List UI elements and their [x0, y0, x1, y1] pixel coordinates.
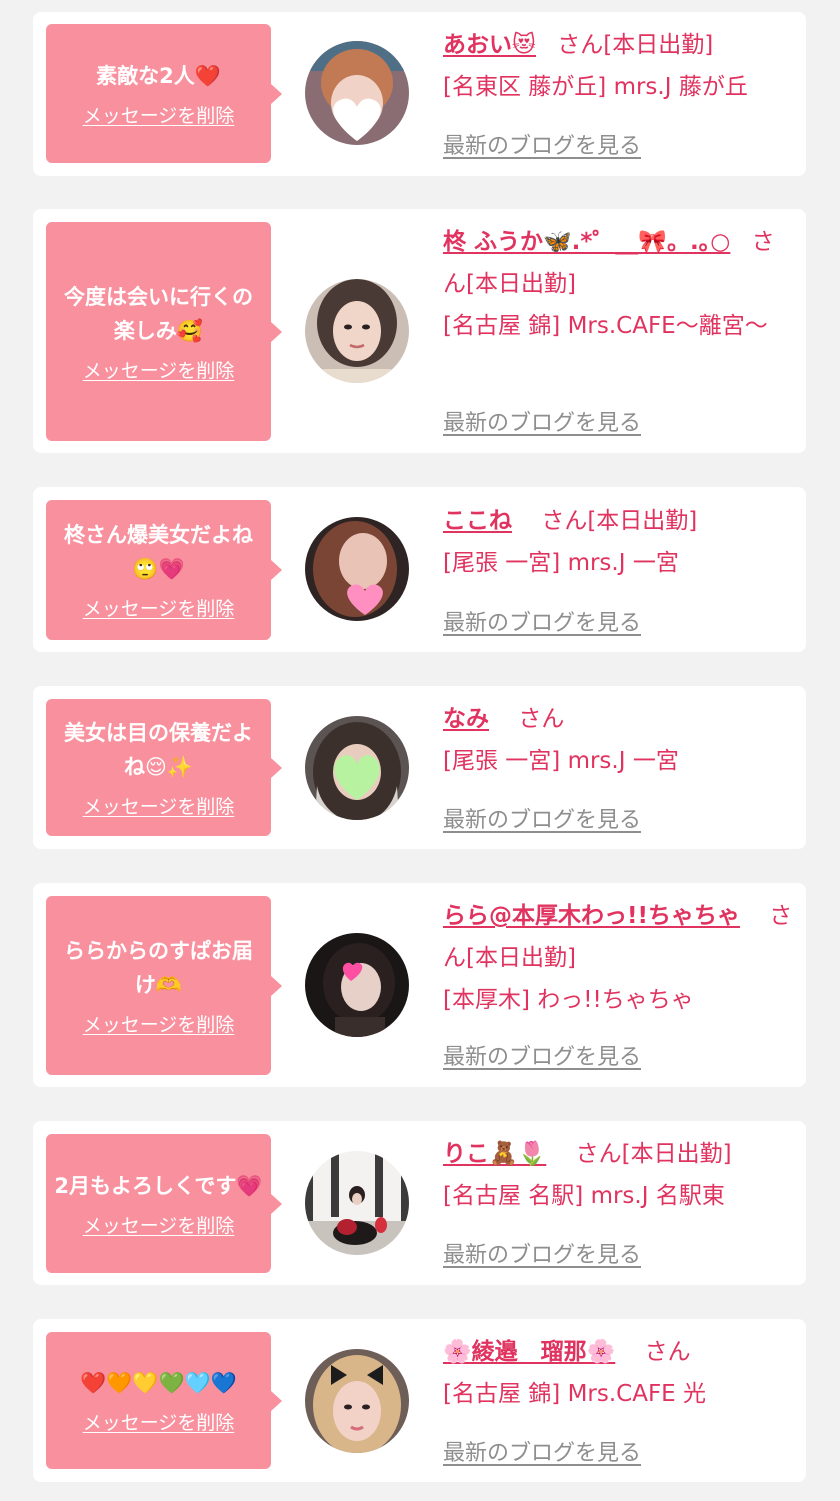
message-bubble: 素敵な2人❤️ メッセージを削除: [46, 24, 282, 163]
message-card: 今度は会いに行くの楽しみ🥰 メッセージを削除 柊 ふうか🦋.*゜__🎀。.｡○ …: [33, 209, 806, 453]
pink-heart-avatar-image: [305, 517, 409, 621]
message-card: 素敵な2人❤️ メッセージを削除 あおい😻 さん[本日出勤] [名東区 藤が丘]…: [33, 12, 806, 176]
message-list: 素敵な2人❤️ メッセージを削除 あおい😻 さん[本日出勤] [名東区 藤が丘]…: [0, 0, 840, 1501]
cast-name-link[interactable]: 🌸綾邉 瑠那🌸: [443, 1339, 615, 1365]
shop-label: [名古屋 錦] Mrs.CAFE 光: [443, 1381, 707, 1407]
message-text: 美女は目の保養だよね😌✨: [64, 720, 253, 779]
message-text: 今度は会いに行くの楽しみ🥰: [64, 284, 253, 343]
latest-blog-link[interactable]: 最新のブログを見る: [443, 802, 641, 834]
cast-name-link[interactable]: ここね: [443, 508, 512, 534]
delete-message-link[interactable]: メッセージを削除: [83, 1012, 235, 1038]
shop-label: [尾張 一宮] mrs.J 一宮: [443, 550, 679, 576]
shop-label: [名東区 藤が丘] mrs.J 藤が丘: [443, 74, 748, 100]
message-bubble: ららからのすぱお届け🫶 メッセージを削除: [46, 896, 282, 1075]
cast-avatar[interactable]: [305, 279, 409, 383]
cast-info: なみ さん [尾張 一宮] mrs.J 一宮: [443, 698, 795, 782]
green-heart-avatar-image: [305, 716, 409, 820]
message-card: 柊さん爆美女だよね🙄💗 メッセージを削除 ここね さん[本日出勤] [尾張 一宮…: [33, 487, 806, 652]
message-bubble: 美女は目の保養だよね😌✨ メッセージを削除: [46, 699, 282, 836]
cast-info: あおい😻 さん[本日出勤] [名東区 藤が丘] mrs.J 藤が丘: [443, 24, 795, 108]
latest-blog-link[interactable]: 最新のブログを見る: [443, 605, 641, 637]
cast-avatar[interactable]: [305, 716, 409, 820]
honorific: さん: [541, 508, 588, 534]
status-label: [本日出勤]: [603, 32, 714, 58]
cast-name-link[interactable]: りこ🧸🌷: [443, 1141, 546, 1167]
latest-blog-link[interactable]: 最新のブログを見る: [443, 1039, 641, 1071]
message-card: 2月もよろしくです💗 メッセージを削除 りこ🧸🌷 さん[本日出勤] [名古屋 名: [33, 1121, 806, 1285]
cast-info: ここね さん[本日出勤] [尾張 一宮] mrs.J 一宮: [443, 500, 795, 584]
honorific: さん: [575, 1141, 622, 1167]
message-text: 2月もよろしくです💗: [54, 1173, 263, 1198]
delete-message-link[interactable]: メッセージを削除: [83, 1410, 235, 1436]
latest-blog-link[interactable]: 最新のブログを見る: [443, 1435, 641, 1467]
shop-label: [名古屋 名駅] mrs.J 名駅東: [443, 1183, 725, 1209]
status-label: [本日出勤]: [466, 271, 576, 297]
shop-label: [本厚木] わっ!!ちゃちゃ: [443, 987, 694, 1013]
message-card: ららからのすぱお届け🫶 メッセージを削除 らら@本厚木わっ!!ちゃちゃ さん[本…: [33, 883, 806, 1087]
message-text: 素敵な2人❤️: [96, 63, 221, 88]
message-bubble: ❤️🧡💛💚🩵💙 メッセージを削除: [46, 1332, 282, 1469]
dark-pink-heart-avatar-image: [305, 933, 409, 1037]
delete-message-link[interactable]: メッセージを削除: [83, 1213, 235, 1239]
cast-name-link[interactable]: 柊 ふうか🦋.*゜__🎀。.｡○: [443, 229, 730, 255]
cast-name-link[interactable]: らら@本厚木わっ!!ちゃちゃ: [443, 903, 740, 929]
blonde-bow-avatar-image: [305, 1349, 409, 1453]
cast-info: 柊 ふうか🦋.*゜__🎀。.｡○ さん[本日出勤] [名古屋 錦] Mrs.CA…: [443, 221, 795, 347]
message-bubble: 2月もよろしくです💗 メッセージを削除: [46, 1134, 282, 1273]
latest-blog-link[interactable]: 最新のブログを見る: [443, 1237, 641, 1269]
cast-info: りこ🧸🌷 さん[本日出勤] [名古屋 名駅] mrs.J 名駅東: [443, 1133, 795, 1217]
honorific: さん: [644, 1339, 691, 1365]
cast-info: 🌸綾邉 瑠那🌸 さん [名古屋 錦] Mrs.CAFE 光: [443, 1331, 795, 1415]
delete-message-link[interactable]: メッセージを削除: [83, 596, 235, 622]
honorific: さん: [518, 706, 565, 732]
message-card: ❤️🧡💛💚🩵💙 メッセージを削除 🌸綾邉 瑠那🌸 さん [名古屋 錦] Mrs.…: [33, 1319, 806, 1482]
latest-blog-link[interactable]: 最新のブログを見る: [443, 405, 641, 437]
delete-message-link[interactable]: メッセージを削除: [83, 103, 235, 129]
cast-avatar[interactable]: [305, 1151, 409, 1255]
status-label: [本日出勤]: [466, 945, 576, 971]
honorific: さん: [557, 32, 604, 58]
room-bouquet-avatar-image: [305, 1151, 409, 1255]
delete-message-link[interactable]: メッセージを削除: [83, 358, 235, 384]
cast-name-link[interactable]: あおい😻: [443, 32, 536, 58]
cast-avatar[interactable]: [305, 933, 409, 1037]
delete-message-link[interactable]: メッセージを削除: [83, 794, 235, 820]
message-bubble: 今度は会いに行くの楽しみ🥰 メッセージを削除: [46, 222, 282, 441]
shop-label: [名古屋 錦] Mrs.CAFE〜離宮〜: [443, 313, 768, 339]
message-text: 柊さん爆美女だよね🙄💗: [64, 523, 253, 581]
woman-portrait-avatar-image: [305, 279, 409, 383]
message-card: 美女は目の保養だよね😌✨ メッセージを削除 なみ さん [尾張 一宮] mrs.…: [33, 686, 806, 849]
shop-label: [尾張 一宮] mrs.J 一宮: [443, 748, 679, 774]
heart-blurred-avatar-image: [305, 41, 409, 145]
status-label: [本日出勤]: [587, 508, 698, 534]
cast-info: らら@本厚木わっ!!ちゃちゃ さん[本日出勤] [本厚木] わっ!!ちゃちゃ: [443, 895, 795, 1021]
message-bubble: 柊さん爆美女だよね🙄💗 メッセージを削除: [46, 500, 282, 640]
message-text: ららからのすぱお届け🫶: [64, 938, 253, 997]
latest-blog-link[interactable]: 最新のブログを見る: [443, 128, 641, 160]
message-text: ❤️🧡💛💚🩵💙: [80, 1370, 237, 1395]
cast-avatar[interactable]: [305, 1349, 409, 1453]
cast-avatar[interactable]: [305, 517, 409, 621]
cast-avatar[interactable]: [305, 41, 409, 145]
status-label: [本日出勤]: [621, 1141, 732, 1167]
cast-name-link[interactable]: なみ: [443, 706, 489, 732]
